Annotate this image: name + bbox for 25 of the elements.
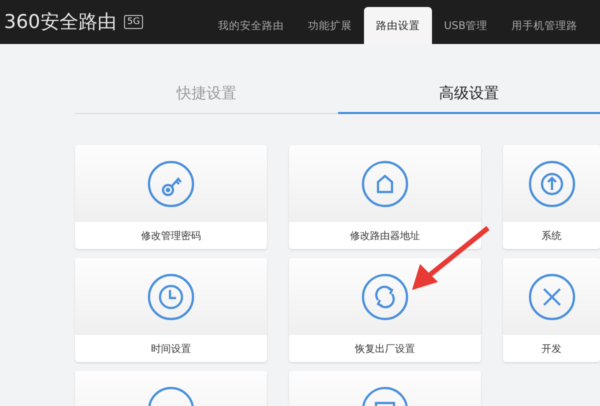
settings-card[interactable]: 修改路由器地址 [289,145,481,249]
key-icon [147,160,195,208]
card-label: 时间设置 [150,342,192,356]
nav-tab[interactable]: 路由设置 [364,7,432,44]
settings-card[interactable]: 开发 [503,258,600,362]
logo-text: 360安全路由 [4,10,116,35]
card-label: 修改路由器地址 [349,230,421,244]
nav-tab[interactable]: 用手机管理路 [500,7,590,44]
settings-card[interactable]: 修改管理密码 [75,145,267,249]
card-label: 系统 [540,230,562,244]
settings-card[interactable]: 时间设置 [75,258,267,362]
settings-card[interactable]: 系统 [503,145,600,249]
clock-icon [147,272,195,320]
mode-tab[interactable]: 高级设置 [338,80,600,114]
nav-tab[interactable]: USB管理 [432,7,500,44]
card-label: 修改管理密码 [140,230,202,244]
nav-tab[interactable]: 我的安全路由 [206,7,296,44]
card-label: 开发 [540,342,562,356]
refresh-icon [361,272,409,320]
upload-icon [528,160,576,208]
network-badge: 5G [124,15,143,29]
settings-card[interactable]: 恢复出厂设置 [289,258,481,362]
nav-tab[interactable]: 功能扩展 [296,7,364,44]
card-label: 恢复出厂设置 [354,342,416,356]
home-icon [361,160,409,208]
